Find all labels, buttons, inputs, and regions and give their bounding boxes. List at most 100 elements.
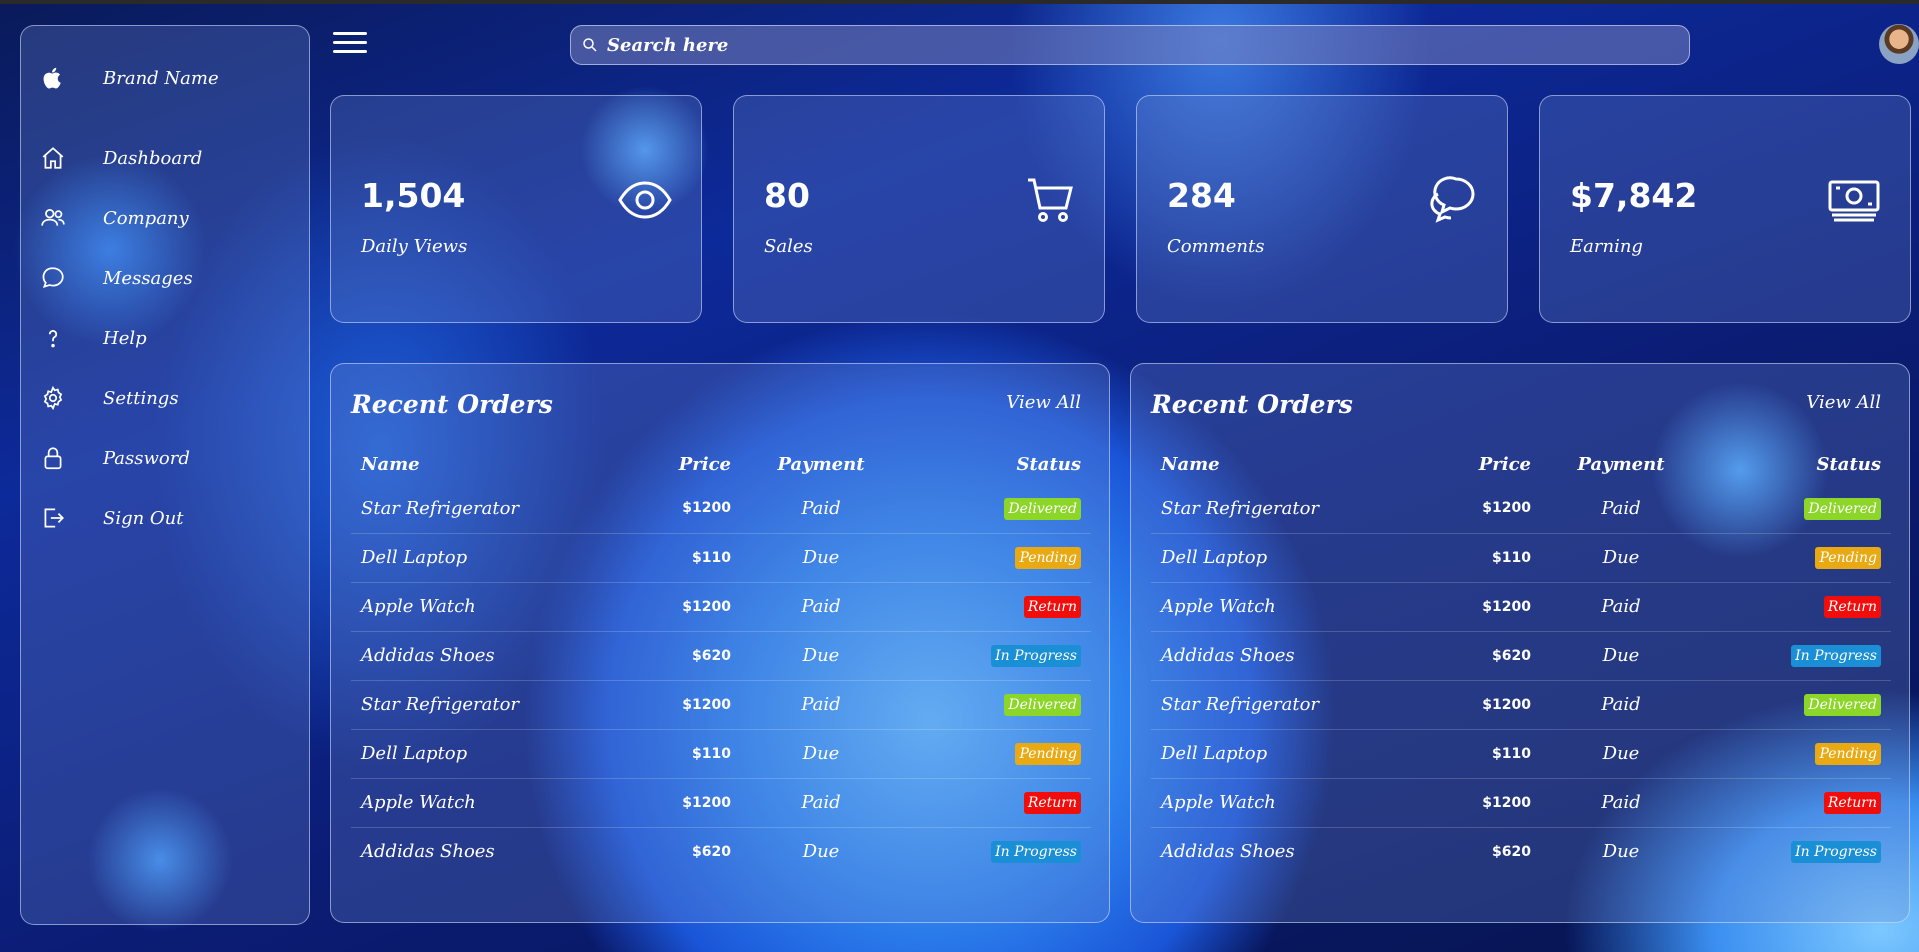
comments-icon — [1423, 174, 1479, 226]
search-icon — [579, 34, 601, 56]
cell-payment: Paid — [741, 680, 901, 730]
cell-price: $1200 — [641, 680, 741, 730]
view-all-link[interactable]: View All — [1806, 392, 1881, 413]
stat-label: Daily Views — [361, 236, 468, 257]
cell-payment: Paid — [741, 582, 901, 632]
stat-label: Earning — [1570, 236, 1643, 257]
sidebar-item-dashboard[interactable]: Dashboard — [39, 144, 202, 172]
cell-price: $620 — [641, 631, 741, 681]
cell-name: Addidas Shoes — [361, 841, 495, 863]
hamburger-menu-button[interactable] — [333, 32, 367, 60]
table-row: Apple Watch $1200 Paid Return — [1151, 778, 1891, 828]
column-header-name: Name — [361, 453, 420, 475]
apple-logo-icon — [39, 64, 67, 92]
menu-icon-bar — [333, 41, 367, 44]
sidebar-item-sign-out[interactable]: Sign Out — [39, 504, 184, 532]
cell-status: Return — [901, 778, 1091, 828]
cell-payment: Paid — [1541, 680, 1701, 730]
status-badge: In Progress — [1791, 645, 1881, 667]
table-row: Dell Laptop $110 Due Pending — [351, 729, 1091, 779]
gear-icon — [39, 384, 67, 412]
stat-card-daily-views: 1,504 Daily Views — [330, 95, 702, 323]
cell-payment: Due — [1541, 533, 1701, 583]
brand[interactable]: Brand Name — [39, 64, 219, 92]
stat-value: $7,842 — [1570, 176, 1698, 215]
panel-title: Recent Orders — [1151, 390, 1353, 419]
cell-price: $1200 — [1441, 778, 1541, 828]
view-all-link[interactable]: View All — [1006, 392, 1081, 413]
status-badge: Pending — [1015, 743, 1081, 765]
cart-icon — [1020, 174, 1076, 226]
stat-value: 284 — [1167, 176, 1236, 215]
cell-name: Apple Watch — [351, 778, 641, 828]
search-input[interactable] — [607, 34, 1607, 56]
sidebar-item-company[interactable]: Company — [39, 204, 189, 232]
cell-name: Dell Laptop — [351, 533, 641, 583]
menu-icon-bar — [333, 32, 367, 35]
table-row: Star Refrigerator $1200 Paid Delivered — [351, 484, 1091, 534]
cell-status: In Progress — [1701, 631, 1891, 681]
table-row: Addidas Shoes $620 Due In Progress — [351, 631, 1091, 681]
table-row: Dell Laptop $110 Due Pending — [1151, 533, 1891, 583]
sidebar-item-messages[interactable]: Messages — [39, 264, 193, 292]
column-header-name: Name — [1161, 453, 1220, 475]
status-badge: Delivered — [1804, 694, 1881, 716]
table-row: Star Refrigerator $1200 Paid Delivered — [1151, 484, 1891, 534]
table-header-row: Name Price Payment Status — [351, 444, 1091, 484]
sidebar-item-label: Sign Out — [103, 507, 184, 529]
sidebar-item-label: Messages — [103, 267, 193, 289]
home-icon — [39, 144, 67, 172]
cell-payment: Due — [741, 631, 901, 681]
cell-price: $620 — [1441, 631, 1541, 681]
orders-table: Name Price Payment Status Star Refrigera… — [1151, 444, 1891, 876]
sidebar-item-label: Help — [103, 327, 147, 349]
cell-name: Addidas Shoes — [1161, 841, 1295, 863]
cell-name: Star Refrigerator — [1151, 484, 1441, 534]
sidebar-item-label: Company — [103, 207, 189, 229]
cell-name: Dell Laptop — [1151, 729, 1441, 779]
table-row: Apple Watch $1200 Paid Return — [351, 582, 1091, 632]
recent-orders-panel-right: Recent Orders View All Name Price Paymen… — [1130, 363, 1910, 923]
search-bar[interactable] — [570, 25, 1690, 65]
table-row: Dell Laptop $110 Due Pending — [1151, 729, 1891, 779]
cell-name: Addidas Shoes — [351, 631, 641, 681]
cell-name: Star Refrigerator — [351, 680, 641, 730]
cell-payment: Due — [1541, 729, 1701, 779]
sidebar-item-label: Dashboard — [103, 147, 203, 169]
cell-payment: Due — [741, 533, 901, 583]
status-badge: In Progress — [1791, 841, 1881, 864]
stat-value: 80 — [764, 176, 810, 215]
stat-label: Sales — [764, 236, 813, 257]
sidebar-item-help[interactable]: Help — [39, 324, 147, 352]
eye-icon — [617, 174, 673, 226]
cell-name: Star Refrigerator — [1151, 680, 1441, 730]
cell-price: $110 — [641, 533, 741, 583]
sidebar-item-settings[interactable]: Settings — [39, 384, 179, 412]
cell-status: Delivered — [1701, 484, 1891, 534]
cell-status: Pending — [1701, 729, 1891, 779]
status-badge: Delivered — [1804, 497, 1881, 520]
sidebar-item-password[interactable]: Password — [39, 444, 190, 472]
cell-price: $1200 — [641, 484, 741, 534]
cell-status: Return — [901, 582, 1091, 632]
sidebar-item-label: Settings — [103, 387, 179, 409]
table-row: Addidas Shoes $620 Due In Progress — [1151, 631, 1891, 681]
status-badge: Return — [1023, 792, 1081, 814]
cell-name: Apple Watch — [1151, 582, 1441, 632]
cell-name: Apple Watch — [351, 582, 641, 632]
panel-title: Recent Orders — [351, 390, 553, 419]
table-row: Dell Laptop $110 Due Pending — [351, 533, 1091, 583]
table-row: Apple Watch $1200 Paid Return — [351, 778, 1091, 828]
status-badge: Pending — [1015, 547, 1081, 569]
table-row: Apple Watch $1200 Paid Return — [1151, 582, 1891, 632]
status-badge: In Progress — [991, 645, 1081, 667]
cell-status: Pending — [1701, 533, 1891, 583]
stat-card-earning: $7,842 Earning — [1539, 95, 1911, 323]
cell-price: $1200 — [641, 582, 741, 632]
cell-payment: Due — [1602, 841, 1640, 863]
column-header-status: Status — [1816, 453, 1881, 475]
cell-price: $110 — [1441, 533, 1541, 583]
avatar[interactable] — [1879, 24, 1919, 64]
window-top-border — [0, 0, 1919, 4]
menu-icon-bar — [333, 50, 367, 53]
